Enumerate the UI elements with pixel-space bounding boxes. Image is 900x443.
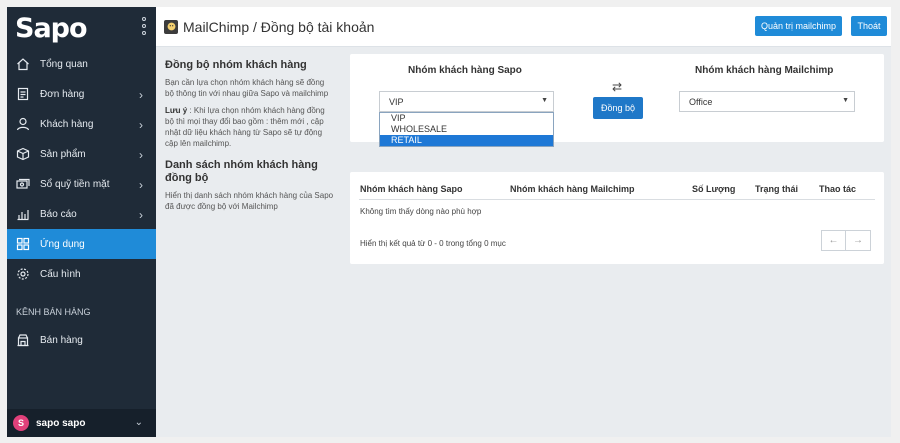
box-icon bbox=[16, 147, 30, 161]
mailchimp-group-select[interactable]: Office ▼ bbox=[679, 91, 855, 112]
column-header-quantity: Số Lượng bbox=[692, 184, 736, 194]
column-header-status: Trạng thái bbox=[755, 184, 799, 194]
page-header: MailChimp / Đồng bộ tài khoản Quản trị m… bbox=[156, 7, 891, 47]
sidebar-item-label: Đơn hàng bbox=[40, 88, 85, 100]
mailchimp-group-title: Nhóm khách hàng Mailchimp bbox=[695, 65, 834, 76]
chevron-down-icon: ⌄ bbox=[134, 417, 143, 428]
sync-note: Lưu ý : Khi lựa chọn nhóm khách hàng đồn… bbox=[165, 105, 335, 149]
sidebar-item-label: Ứng dụng bbox=[40, 238, 85, 250]
column-header-actions: Thao tác bbox=[819, 184, 857, 194]
sapo-group-dropdown: VIP WHOLESALE RETAIL bbox=[379, 112, 554, 147]
apps-icon bbox=[16, 237, 30, 251]
more-dots-icon[interactable] bbox=[142, 17, 146, 35]
chevron-right-icon: › bbox=[139, 88, 143, 102]
user-menu[interactable]: S sapo sapo ⌄ bbox=[7, 409, 156, 437]
gear-icon bbox=[16, 267, 30, 281]
chevron-right-icon: › bbox=[139, 208, 143, 222]
order-icon bbox=[16, 87, 30, 101]
list-heading: Danh sách nhóm khách hàng đồng bộ bbox=[165, 159, 318, 184]
pagination-controls: ← → bbox=[821, 230, 871, 251]
sidebar-nav: Tổng quan Đơn hàng › Khách hàng › Sản ph… bbox=[7, 49, 156, 289]
home-icon bbox=[16, 57, 30, 71]
section-title-channels: KÊNH BÁN HÀNG bbox=[16, 307, 91, 317]
mailchimp-icon bbox=[164, 19, 178, 34]
sidebar-item-tong-quan[interactable]: Tổng quan bbox=[7, 49, 156, 79]
sidebar-item-label: Khách hàng bbox=[40, 118, 94, 130]
sidebar: Sapo Tổng quan Đơn hàng › Khách hàng › S… bbox=[7, 7, 156, 437]
list-description: Hiển thị danh sách nhóm khách hàng của S… bbox=[165, 191, 334, 211]
dropdown-option[interactable]: VIP bbox=[380, 113, 553, 124]
sidebar-item-label: Tổng quan bbox=[40, 58, 88, 70]
sync-button[interactable]: Đồng bộ bbox=[593, 97, 643, 119]
sidebar-item-ban-hang[interactable]: Bán hàng bbox=[7, 325, 156, 355]
sapo-group-select[interactable]: VIP ▼ bbox=[379, 91, 554, 112]
logout-button[interactable]: Thoát bbox=[851, 16, 887, 36]
caret-down-icon: ▼ bbox=[842, 97, 849, 104]
note-label: Lưu ý bbox=[165, 106, 188, 115]
swap-arrows-icon: ⇄ bbox=[612, 80, 623, 94]
chart-icon bbox=[16, 207, 30, 221]
next-page-button[interactable]: → bbox=[846, 230, 871, 251]
sync-card: Nhóm khách hàng Sapo Nhóm khách hàng Mai… bbox=[350, 54, 884, 147]
dropdown-option[interactable]: WHOLESALE bbox=[380, 124, 553, 135]
synced-groups-card: Nhóm khách hàng Sapo Nhóm khách hàng Mai… bbox=[350, 172, 884, 264]
sync-heading: Đồng bộ nhóm khách hàng bbox=[165, 59, 307, 71]
sidebar-item-san-pham[interactable]: Sản phẩm › bbox=[7, 139, 156, 169]
pagination-summary: Hiển thị kết quả từ 0 - 0 trong tổng 0 m… bbox=[360, 239, 506, 248]
prev-page-button[interactable]: ← bbox=[821, 230, 846, 251]
sidebar-item-label: Sổ quỹ tiền mặt bbox=[40, 178, 110, 190]
chevron-right-icon: › bbox=[139, 148, 143, 162]
sidebar-item-label: Bán hàng bbox=[40, 334, 83, 346]
user-name: sapo sapo bbox=[36, 417, 86, 429]
store-icon bbox=[16, 333, 30, 347]
table-header-divider bbox=[359, 199, 875, 200]
dropdown-option-highlighted[interactable]: RETAIL bbox=[380, 135, 553, 146]
manage-mailchimp-button[interactable]: Quản trị mailchimp bbox=[755, 16, 842, 36]
sidebar-item-don-hang[interactable]: Đơn hàng › bbox=[7, 79, 156, 109]
sidebar-item-cau-hinh[interactable]: Cấu hình bbox=[7, 259, 156, 289]
page-title: MailChimp / Đồng bộ tài khoản bbox=[183, 18, 375, 35]
logo[interactable]: Sapo bbox=[7, 7, 156, 49]
note-text: : Khi lựa chọn nhóm khách hàng đồng bộ t… bbox=[165, 106, 325, 148]
sidebar-item-khach-hang[interactable]: Khách hàng › bbox=[7, 109, 156, 139]
mailchimp-group-value: Office bbox=[689, 96, 713, 107]
sapo-group-title: Nhóm khách hàng Sapo bbox=[408, 65, 522, 76]
sidebar-item-label: Báo cáo bbox=[40, 208, 77, 220]
sidebar-item-label: Cấu hình bbox=[40, 268, 81, 280]
column-header-mailchimp-group: Nhóm khách hàng Mailchimp bbox=[510, 184, 635, 194]
sidebar-item-ung-dung[interactable]: Ứng dụng bbox=[7, 229, 156, 259]
column-header-sapo-group: Nhóm khách hàng Sapo bbox=[360, 184, 463, 194]
sidebar-item-so-quy[interactable]: Sổ quỹ tiền mặt › bbox=[7, 169, 156, 199]
sidebar-item-bao-cao[interactable]: Báo cáo › bbox=[7, 199, 156, 229]
sidebar-item-label: Sản phẩm bbox=[40, 148, 86, 160]
chevron-right-icon: › bbox=[139, 118, 143, 132]
user-icon bbox=[16, 117, 30, 131]
empty-table-message: Không tìm thấy dòng nào phù hợp bbox=[360, 207, 482, 216]
sapo-group-value: VIP bbox=[389, 96, 404, 107]
cash-icon bbox=[16, 177, 30, 191]
chevron-right-icon: › bbox=[139, 178, 143, 192]
app-window: Sapo Tổng quan Đơn hàng › Khách hàng › S… bbox=[7, 7, 891, 437]
caret-down-icon: ▼ bbox=[541, 97, 548, 104]
info-column: Đồng bộ nhóm khách hàng Bạn cần lựa chọn… bbox=[165, 59, 335, 218]
logo-text: Sapo bbox=[15, 12, 88, 44]
avatar: S bbox=[13, 415, 29, 431]
sync-description: Bạn cần lựa chọn nhóm khách hàng sẽ đồng… bbox=[165, 78, 329, 98]
